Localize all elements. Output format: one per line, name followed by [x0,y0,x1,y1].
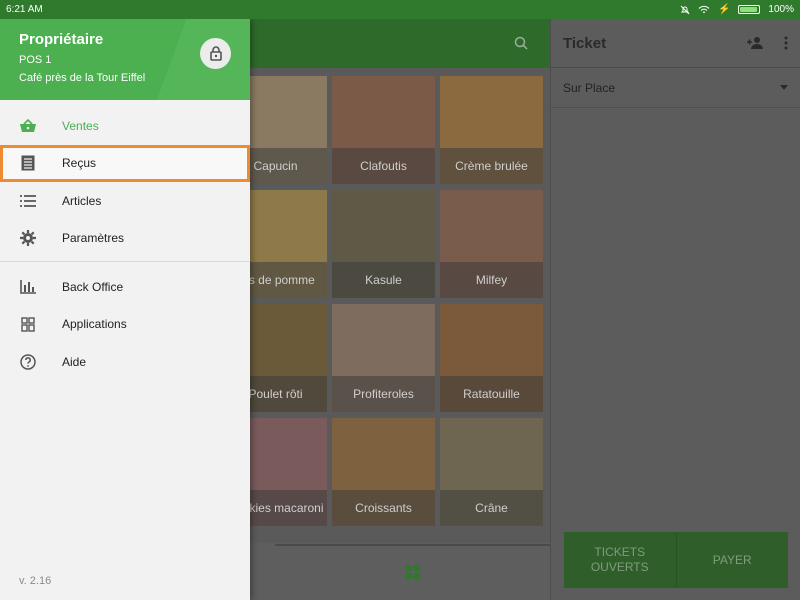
dining-option-select[interactable]: Sur Place [551,68,800,108]
owner-name: Propriétaire [19,31,104,48]
lock-icon [209,46,222,61]
pos-name: POS 1 [19,54,52,66]
ticket-buttons: TICKETS OUVERTS PAYER [564,532,788,588]
open-tickets-button[interactable]: TICKETS OUVERTS [564,532,676,588]
item-label: Crâne [440,490,543,526]
notifications-off-icon [680,5,690,14]
menu-item-label: Aide [62,354,87,369]
menu-item-label: Reçus [62,156,97,171]
menu-item-back-office[interactable]: Back Office [0,268,250,306]
pay-button[interactable]: PAYER [675,532,788,588]
menu-divider [0,261,250,262]
ticket-panel: Ticket Sur Place TICKETS OUVERTS PAYER [550,19,800,600]
menu-item-aide[interactable]: Aide [0,343,250,381]
wifi-icon [698,5,710,13]
menu-item-label: Ventes [62,118,99,133]
menu-item-ventes[interactable]: Ventes [0,107,250,145]
ticket-actions [746,36,788,50]
receipt-icon [19,154,37,172]
lock-button[interactable] [200,38,231,69]
apps-icon [19,315,37,333]
basket-icon [19,117,37,135]
battery-percent: 100% [768,4,794,15]
grid-view-icon[interactable] [406,565,420,579]
ticket-title: Ticket [563,34,607,52]
item-tile[interactable]: Profiteroles [332,304,435,412]
status-time: 6:21 AM [6,4,43,15]
app-version: v. 2.16 [19,575,52,587]
item-label: Crème brulée [440,148,543,184]
item-label: Kasule [332,262,435,298]
menu-item-articles[interactable]: Articles [0,182,250,220]
add-customer-icon[interactable] [746,36,764,50]
menu-item-recus[interactable]: Reçus [0,144,250,182]
drawer-header: Propriétaire POS 1 Café près de la Tour … [0,19,250,100]
menu-item-applications[interactable]: Applications [0,306,250,344]
tab-indicator [275,544,550,546]
help-icon [19,353,37,371]
app-root: 6:21 AM ⚡ 100% Capucin Clafoutis Crème b… [0,0,800,600]
item-tile[interactable]: Crème brulée [440,76,543,184]
menu-item-label: Paramètres [62,231,125,246]
menu-item-label: Applications [62,317,127,332]
menu-item-label: Back Office [62,279,124,294]
status-bar: 6:21 AM ⚡ 100% [0,0,800,19]
gear-icon [19,229,37,247]
item-tile[interactable]: Kasule [332,190,435,298]
store-name: Café près de la Tour Eiffel [19,72,146,84]
menu-item-label: Articles [62,193,102,208]
item-label: Croissants [332,490,435,526]
drawer-menu: Ventes Reçus Articles Paramètres Back Of… [0,107,250,381]
navigation-drawer: Propriétaire POS 1 Café près de la Tour … [0,19,250,600]
item-tile[interactable]: Croissants [332,418,435,526]
search-icon[interactable] [514,36,528,50]
item-label: Ratatouille [440,376,543,412]
ticket-header: Ticket [551,19,800,68]
status-icons: ⚡ 100% [680,4,794,15]
item-tile[interactable]: Clafoutis [332,76,435,184]
item-tile[interactable]: Ratatouille [440,304,543,412]
item-label: Profiteroles [332,376,435,412]
bar-chart-icon [19,278,37,296]
charging-icon: ⚡ [717,4,731,15]
item-label: Clafoutis [332,148,435,184]
dining-option-value: Sur Place [563,80,616,95]
more-options-icon[interactable] [784,36,788,50]
item-label: Milfey [440,262,543,298]
item-tile[interactable]: Crâne [440,418,543,526]
menu-item-parametres[interactable]: Paramètres [0,220,250,258]
battery-icon [738,5,761,14]
item-tile[interactable]: Milfey [440,190,543,298]
dropdown-arrow-icon [780,85,788,90]
list-icon [19,192,37,210]
